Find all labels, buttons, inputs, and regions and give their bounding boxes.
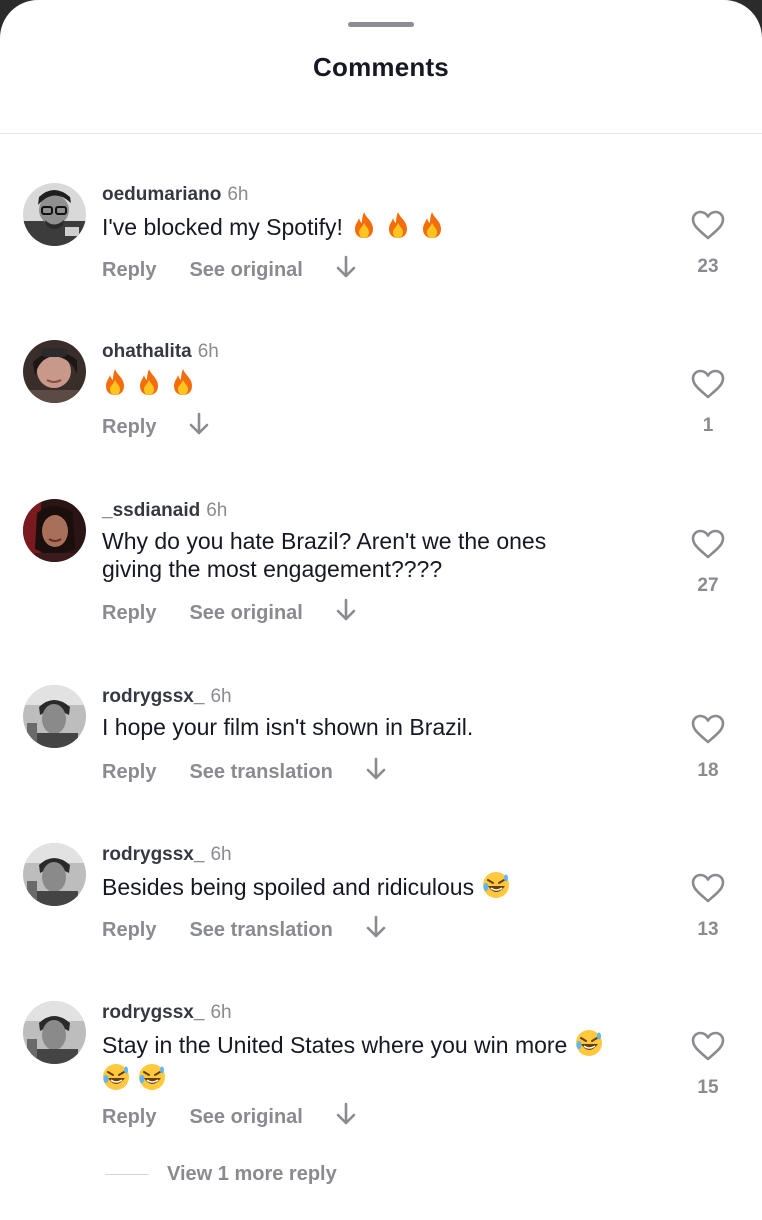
comment-text: I've blocked my Spotify! (102, 211, 662, 245)
arrow-down-icon[interactable] (336, 255, 356, 285)
fire-emoji (102, 368, 128, 402)
like-control: 27 (690, 529, 726, 597)
fire-emoji (136, 368, 162, 402)
see-translation-button[interactable]: See translation (189, 761, 332, 784)
comment-meta: rodrygssx_ 6h (102, 844, 232, 866)
rolling-laughing-emoji (482, 871, 510, 905)
comment-actions: Reply See translation (102, 757, 386, 787)
comment-text: Besides being spoiled and ridiculous (102, 871, 662, 905)
like-control: 1 (690, 369, 726, 437)
comment-text: Stay in the United States where you win … (102, 1029, 657, 1097)
fire-emoji (419, 211, 445, 245)
comment-meta: rodrygssx_ 6h (102, 686, 232, 708)
username[interactable]: rodrygssx_ (102, 844, 204, 865)
heart-outline-icon[interactable] (690, 873, 726, 903)
timestamp: 6h (210, 844, 232, 865)
rolling-laughing-emoji (138, 1063, 166, 1097)
username[interactable]: rodrygssx_ (102, 686, 204, 707)
username[interactable]: _ssdianaid (102, 500, 200, 521)
see-original-button[interactable]: See original (189, 602, 302, 625)
reply-button[interactable]: Reply (102, 416, 156, 439)
arrow-down-icon[interactable] (336, 1102, 356, 1132)
comments-sheet: Comments oedumariano 6h I've blocked my S… (0, 0, 762, 1220)
heart-outline-icon[interactable] (690, 1031, 726, 1061)
comment-meta: _ssdianaid 6h (102, 500, 227, 522)
avatar[interactable] (23, 340, 86, 403)
arrow-down-icon[interactable] (366, 757, 386, 787)
comment-body: Why do you hate Brazil? Aren't we the on… (102, 528, 547, 582)
avatar[interactable] (23, 685, 86, 748)
arrow-down-icon[interactable] (366, 915, 386, 945)
comment-text: I hope your film isn't shown in Brazil. (102, 713, 662, 741)
fire-emoji (351, 211, 377, 245)
view-more-divider (105, 1174, 149, 1175)
reply-button[interactable]: Reply (102, 1106, 156, 1129)
comment-actions: Reply (102, 412, 209, 442)
avatar[interactable] (23, 183, 86, 246)
see-translation-button[interactable]: See translation (189, 919, 332, 942)
like-count: 15 (697, 1077, 719, 1098)
rolling-laughing-emoji (575, 1029, 603, 1063)
timestamp: 6h (197, 341, 219, 362)
reply-button[interactable]: Reply (102, 919, 156, 942)
like-control: 13 (690, 873, 726, 941)
sheet-title: Comments (313, 52, 449, 82)
view-more-replies-button[interactable]: View 1 more reply (105, 1163, 337, 1186)
avatar[interactable] (23, 1001, 86, 1064)
rolling-laughing-emoji (102, 1063, 130, 1097)
like-count: 18 (697, 760, 719, 781)
comment-actions: Reply See original (102, 1102, 356, 1132)
username[interactable]: rodrygssx_ (102, 1002, 204, 1023)
username[interactable]: oedumariano (102, 184, 221, 205)
comment-body: I hope your film isn't shown in Brazil. (102, 714, 474, 740)
like-count: 27 (697, 575, 719, 596)
username[interactable]: ohathalita (102, 341, 192, 362)
comment-body: Besides being spoiled and ridiculous (102, 874, 475, 900)
comment-text: Why do you hate Brazil? Aren't we the on… (102, 527, 602, 583)
like-control: 15 (690, 1031, 726, 1099)
comment-body: I've blocked my Spotify! (102, 214, 343, 240)
arrow-down-icon[interactable] (336, 598, 356, 628)
fire-emoji (385, 211, 411, 245)
avatar[interactable] (23, 843, 86, 906)
comment-actions: Reply See translation (102, 915, 386, 945)
timestamp: 6h (206, 500, 228, 521)
comment-actions: Reply See original (102, 598, 356, 628)
comment-actions: Reply See original (102, 255, 356, 285)
heart-outline-icon[interactable] (690, 369, 726, 399)
like-control: 18 (690, 714, 726, 782)
like-count: 13 (697, 919, 719, 940)
header-divider (0, 133, 762, 134)
timestamp: 6h (210, 1002, 232, 1023)
reply-button[interactable]: Reply (102, 259, 156, 282)
see-original-button[interactable]: See original (189, 1106, 302, 1129)
comment-meta: oedumariano 6h (102, 184, 248, 206)
heart-outline-icon[interactable] (690, 714, 726, 744)
heart-outline-icon[interactable] (690, 210, 726, 240)
like-count: 1 (702, 415, 714, 436)
comment-text (102, 368, 662, 402)
reply-button[interactable]: Reply (102, 602, 156, 625)
fire-emoji (170, 368, 196, 402)
timestamp: 6h (210, 686, 232, 707)
like-control: 23 (690, 210, 726, 278)
like-count: 23 (697, 256, 719, 277)
avatar[interactable] (23, 499, 86, 562)
see-original-button[interactable]: See original (189, 259, 302, 282)
arrow-down-icon[interactable] (189, 412, 209, 442)
reply-button[interactable]: Reply (102, 761, 156, 784)
comment-body: Stay in the United States where you win … (102, 1032, 568, 1058)
sheet-grabber-handle[interactable] (348, 22, 414, 27)
comment-meta: ohathalita 6h (102, 341, 219, 363)
view-more-label: View 1 more reply (167, 1163, 337, 1185)
comment-meta: rodrygssx_ 6h (102, 1002, 232, 1024)
timestamp: 6h (227, 184, 249, 205)
heart-outline-icon[interactable] (690, 529, 726, 559)
